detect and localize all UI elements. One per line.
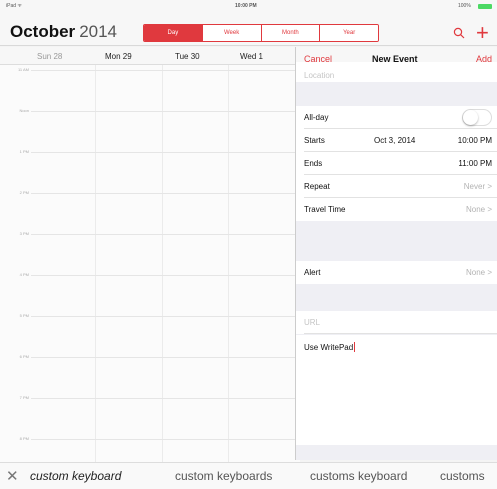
column-divider [228,65,229,465]
column-divider [95,65,96,465]
day-label[interactable]: Sun 28 [37,52,62,61]
repeat-row[interactable]: Repeat Never > [296,175,497,198]
hour-row: 5 PM [0,313,300,318]
location-placeholder: Location [304,71,335,80]
url-field[interactable]: URL [296,311,497,334]
alert-label: Alert [304,268,321,277]
search-icon[interactable] [453,26,465,44]
all-day-row: All-day [296,106,497,129]
add-event-button[interactable]: + [476,22,489,44]
ends-time: 11:00 PM [458,159,492,168]
all-day-label: All-day [304,113,329,122]
repeat-label: Repeat [304,182,330,191]
day-label[interactable]: Wed 1 [240,52,263,61]
location-field[interactable]: Location [296,62,497,82]
segment-week[interactable]: Week [201,25,261,41]
hour-row: 2 PM [0,190,300,195]
day-bar: Sun 28 Mon 29 Tue 30 Wed 1 [0,47,300,65]
hour-row: 4 PM [0,272,300,277]
starts-time: 10:00 PM [457,136,492,145]
hour-row: 1 PM [0,149,300,154]
ends-label: Ends [304,159,323,168]
ends-row[interactable]: Ends 11:00 PM [296,152,497,175]
text-cursor [354,342,356,352]
suggestion-item[interactable]: custom keyboards [175,469,272,483]
suggestion-item[interactable]: customs keyboard [310,469,407,483]
starts-date: Oct 3, 2014 [374,136,416,145]
battery-percent: 100% [458,3,471,9]
notes-text: Use WritePad [304,342,356,352]
suggestion-item[interactable]: customs [440,469,485,483]
suggestion-item[interactable]: custom keyboard [30,469,121,483]
column-divider [162,65,163,465]
title-year: 2014 [79,22,118,41]
title-month: October [10,22,76,41]
travel-time-label: Travel Time [304,205,346,214]
segment-month[interactable]: Month [260,25,320,41]
alert-row[interactable]: Alert None > [296,261,497,284]
alert-value: None > [465,268,492,277]
repeat-value: Never > [463,182,492,191]
day-time-grid[interactable]: 11 AM Noon 1 PM 2 PM 3 PM 4 PM 5 PM 6 PM… [0,65,300,465]
hour-row: Noon [0,108,300,113]
calendar-header: October 2014 Day Week Month Year + [0,12,497,46]
hour-label: 11 AM [17,67,29,72]
hour-row: 8 PM [0,436,300,441]
new-event-panel: Cancel New Event Add Location All-day St… [295,47,497,460]
battery-icon [478,4,492,9]
hour-row: 11 AM [0,67,300,72]
segment-day[interactable]: Day [144,25,202,41]
keyboard-suggestion-bar: ✕ custom keyboard custom keyboards custo… [0,462,497,489]
starts-label: Starts [304,136,325,145]
all-day-toggle[interactable] [462,109,492,126]
notes-content: Use WritePad [304,343,354,352]
segment-year[interactable]: Year [319,25,378,41]
hour-row: 7 PM [0,395,300,400]
day-label[interactable]: Tue 30 [175,52,200,61]
hour-row: 3 PM [0,231,300,236]
url-placeholder: URL [304,318,321,327]
page-title: October 2014 [10,22,117,42]
day-label[interactable]: Mon 29 [105,52,132,61]
close-icon[interactable]: ✕ [6,467,19,485]
starts-row[interactable]: Starts Oct 3, 2014 10:00 PM [296,129,497,152]
travel-time-row[interactable]: Travel Time None > [296,198,497,221]
hour-row: 6 PM [0,354,300,359]
status-time: 10:00 PM [235,3,257,9]
view-segmented-control: Day Week Month Year [143,24,379,42]
carrier-label: iPad ᯤ [6,3,22,9]
travel-time-value: None > [465,205,492,214]
status-bar: iPad ᯤ 10:00 PM 100% [0,0,497,12]
notes-field[interactable]: Use WritePad [296,335,497,445]
